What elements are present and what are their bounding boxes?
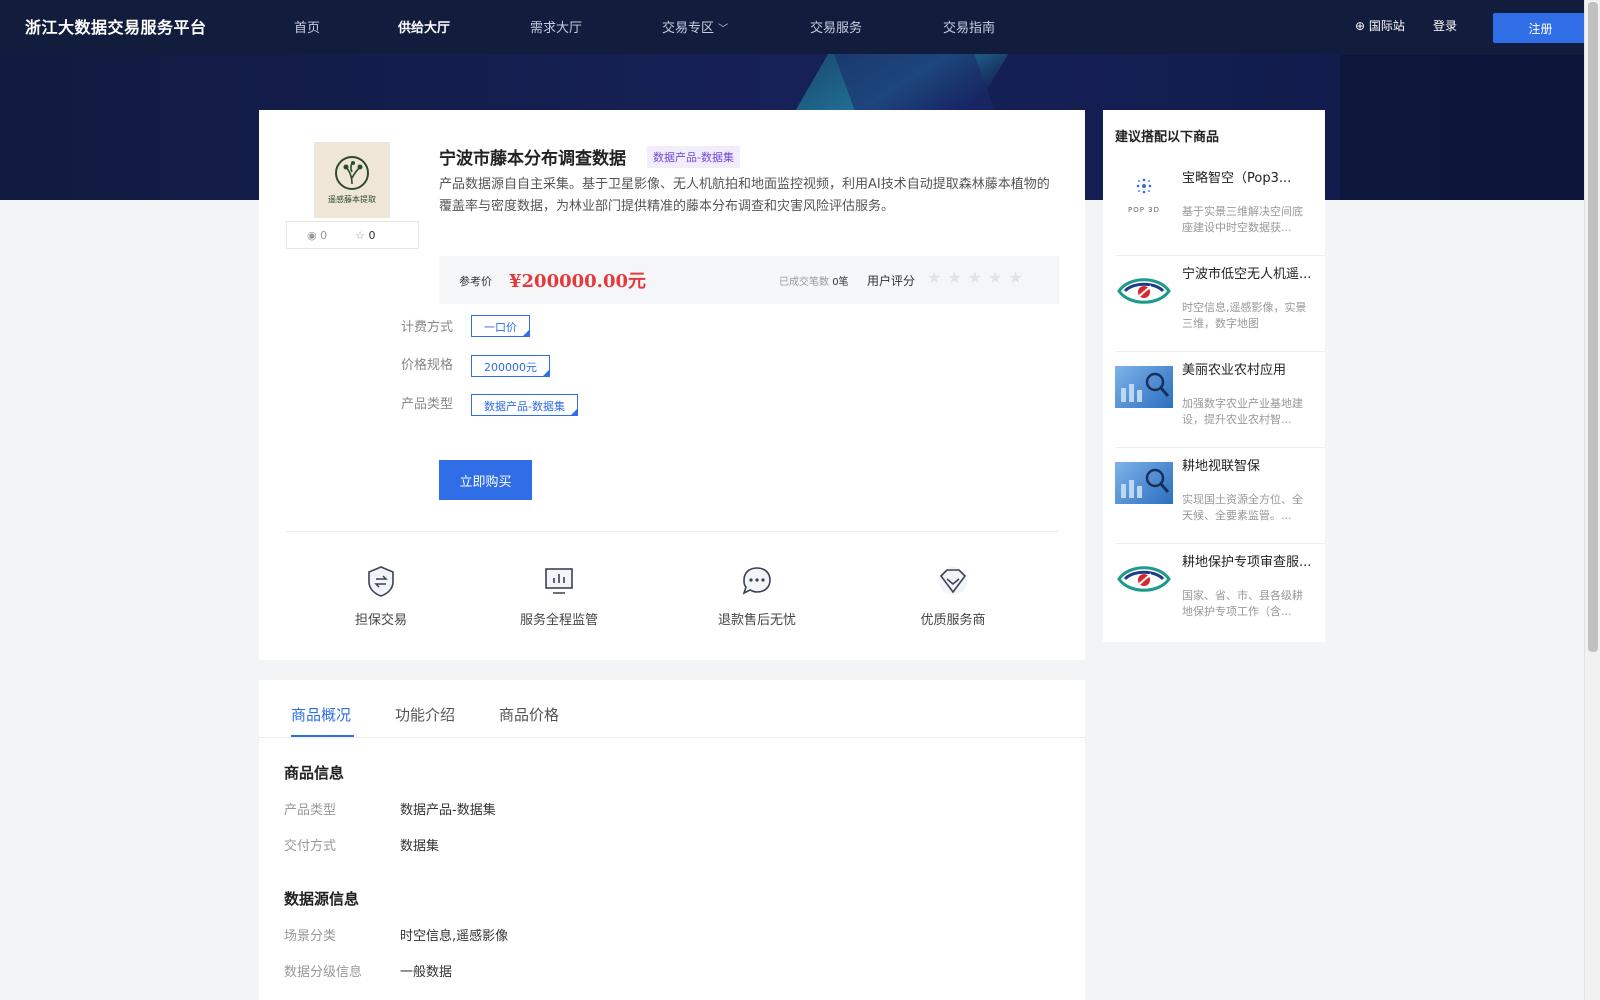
info-key: 产品类型 — [284, 803, 337, 818]
deals-value: 0笔 — [832, 277, 849, 288]
product-image: 遥感藤本提取 — [314, 142, 390, 218]
vine-logo-icon — [335, 155, 369, 190]
rating-label: 用户评分 — [867, 274, 916, 288]
tab-divider — [259, 737, 1085, 738]
pop3d-logo-text: POP 3D — [1127, 206, 1161, 214]
eye-logo — [1115, 270, 1173, 312]
product-type-option[interactable]: 数据产品-数据集 — [471, 394, 578, 416]
nav-home[interactable]: 首页 — [294, 17, 320, 36]
pop3d-logo: POP 3D — [1115, 174, 1173, 216]
chevron-down-icon: ﹀ — [718, 24, 729, 35]
deals-label: 已成交笔数 — [779, 277, 829, 288]
recommend-item-desc: 加强数字农业产业基地建设，提升农业农村智... — [1182, 397, 1303, 426]
recommend-item-name: 美丽农业农村应用 — [1182, 363, 1287, 378]
recommend-item-desc: 基于实景三维解决空间底座建设中时空数据获... — [1182, 205, 1303, 234]
magnifier-thumbnail — [1115, 366, 1173, 408]
buy-now-button[interactable]: 立即购买 — [439, 460, 532, 500]
recommend-item[interactable]: 耕地保护专项审查服... 国家、省、市、县各级耕地保护专项工作（含... — [1115, 544, 1325, 640]
top-nav: 浙江大数据交易服务平台 首页 供给大厅 需求大厅 交易专区 ﹀ 交易服务 交易指… — [0, 0, 1588, 54]
price-label: 参考价 — [459, 275, 492, 288]
info-key: 数据分级信息 — [284, 965, 363, 980]
login-link[interactable]: 登录 — [1433, 17, 1457, 34]
nav-trade-zone-label: 交易专区 — [662, 21, 715, 36]
info-value: 时空信息,遥感影像 — [400, 929, 509, 944]
recommend-item-name: 宁波市低空无人机遥... — [1182, 267, 1312, 282]
recommend-item-desc: 实现国土资源全方位、全天候、全要素监管。... — [1182, 493, 1303, 522]
billing-method-option[interactable]: 一口价 — [471, 315, 530, 337]
nav-trade-zone[interactable]: 交易专区 ﹀ — [662, 17, 728, 36]
feature-label: 优质服务商 — [920, 613, 986, 628]
feature-guaranteed-trade: 担保交易 — [345, 565, 417, 628]
recommend-item-name: 耕地视联智保 — [1182, 459, 1261, 474]
feature-refund-worry-free: 退款售后无忧 — [707, 565, 807, 628]
star-outline-icon: ☆ — [355, 228, 365, 242]
globe-icon: ⊕ — [1355, 19, 1366, 33]
info-value: 数据集 — [400, 839, 440, 854]
price-spec-option[interactable]: 200000元 — [471, 355, 550, 377]
rating-stars: ★★★★★ — [927, 268, 1029, 287]
divider — [286, 531, 1059, 532]
page-scrollbar[interactable] — [1584, 0, 1600, 1000]
chat-bubble-icon — [741, 565, 773, 597]
monitor-chart-icon — [543, 565, 575, 597]
product-stats: ◉ 0 ☆ 0 — [286, 221, 419, 249]
feature-label: 服务全程监管 — [519, 613, 598, 628]
eye-icon: ◉ — [307, 228, 317, 242]
tab-features[interactable]: 功能介绍 — [395, 704, 455, 725]
feature-label: 担保交易 — [354, 613, 407, 628]
diamond-icon — [937, 565, 969, 597]
magnifier-thumbnail — [1115, 462, 1173, 504]
info-key: 交付方式 — [284, 839, 337, 854]
favorite-stat[interactable]: ☆ 0 — [355, 229, 375, 242]
recommend-item-name: 宝略智空（Pop3... — [1182, 171, 1292, 186]
recommend-item[interactable]: POP 3D 宝略智空（Pop3... 基于实景三维解决空间底座建设中时空数据获… — [1115, 160, 1325, 256]
feature-full-supervision: 服务全程监管 — [509, 565, 609, 628]
views-stat: ◉ 0 — [307, 229, 327, 242]
recommend-panel: 建议搭配以下商品 POP 3D 宝略智空（Pop3... 基于实景三维解决空间底… — [1103, 110, 1325, 642]
price-value: ¥200000.00元 — [509, 271, 646, 292]
product-category-tag: 数据产品-数据集 — [647, 146, 740, 168]
tab-overview[interactable]: 商品概况 — [291, 704, 351, 725]
scrollbar-thumb[interactable] — [1588, 2, 1598, 652]
recommend-item[interactable]: 耕地视联智保 实现国土资源全方位、全天候、全要素监管。... — [1115, 448, 1325, 544]
product-image-caption: 遥感藤本提取 — [328, 194, 376, 204]
nav-demand-hall[interactable]: 需求大厅 — [530, 17, 582, 36]
views-count: 0 — [320, 228, 328, 242]
register-button[interactable]: 注册 — [1493, 13, 1588, 43]
section-title-product-info: 商品信息 — [284, 764, 345, 782]
nav-trade-service[interactable]: 交易服务 — [810, 17, 862, 36]
shield-exchange-icon — [365, 565, 397, 597]
feature-quality-provider: 优质服务商 — [910, 565, 996, 628]
site-logo[interactable]: 浙江大数据交易服务平台 — [25, 14, 207, 38]
billing-method-label: 计费方式 — [401, 320, 454, 335]
favorites-count: 0 — [368, 228, 376, 242]
recommend-title: 建议搭配以下商品 — [1115, 130, 1220, 145]
info-value: 数据产品-数据集 — [400, 803, 496, 818]
international-label: 国际站 — [1368, 19, 1405, 33]
nav-trade-guide[interactable]: 交易指南 — [943, 17, 995, 36]
product-type-label: 产品类型 — [401, 397, 454, 412]
eye-logo — [1115, 558, 1173, 600]
detail-card: 商品概况 功能介绍 商品价格 商品信息 产品类型 数据产品-数据集 交付方式 数… — [259, 680, 1085, 1000]
product-card: 遥感藤本提取 ◉ 0 ☆ 0 宁波市藤本分布调查数据 数据产品-数据集 产品数据… — [259, 110, 1085, 660]
feature-label: 退款售后无忧 — [717, 613, 796, 628]
recommend-item-desc: 时空信息,遥感影像，实景三维，数字地图 — [1182, 301, 1307, 330]
active-tab-indicator — [291, 735, 354, 737]
product-description: 产品数据源自自主采集。基于卫星影像、无人机航拍和地面监控视频，利用AI技术自动提… — [439, 177, 1050, 214]
price-bar: 参考价 ¥200000.00元 已成交笔数 0笔 用户评分 ★★★★★ — [439, 256, 1059, 304]
price-spec-label: 价格规格 — [401, 358, 454, 373]
recommend-item[interactable]: 宁波市低空无人机遥... 时空信息,遥感影像，实景三维，数字地图 — [1115, 256, 1325, 352]
product-title: 宁波市藤本分布调查数据 — [439, 149, 626, 169]
nav-supply-hall[interactable]: 供给大厅 — [398, 17, 450, 36]
section-title-data-source: 数据源信息 — [284, 890, 360, 908]
tab-pricing[interactable]: 商品价格 — [499, 704, 559, 725]
international-site-link[interactable]: ⊕ 国际站 — [1355, 17, 1405, 34]
deals-count: 已成交笔数 0笔 — [779, 273, 849, 288]
recommend-item-desc: 国家、省、市、县各级耕地保护专项工作（含... — [1182, 589, 1303, 618]
info-key: 场景分类 — [284, 929, 337, 944]
recommend-item-name: 耕地保护专项审查服... — [1182, 555, 1312, 570]
recommend-item[interactable]: 美丽农业农村应用 加强数字农业产业基地建设，提升农业农村智... — [1115, 352, 1325, 448]
info-value: 一般数据 — [400, 965, 453, 980]
